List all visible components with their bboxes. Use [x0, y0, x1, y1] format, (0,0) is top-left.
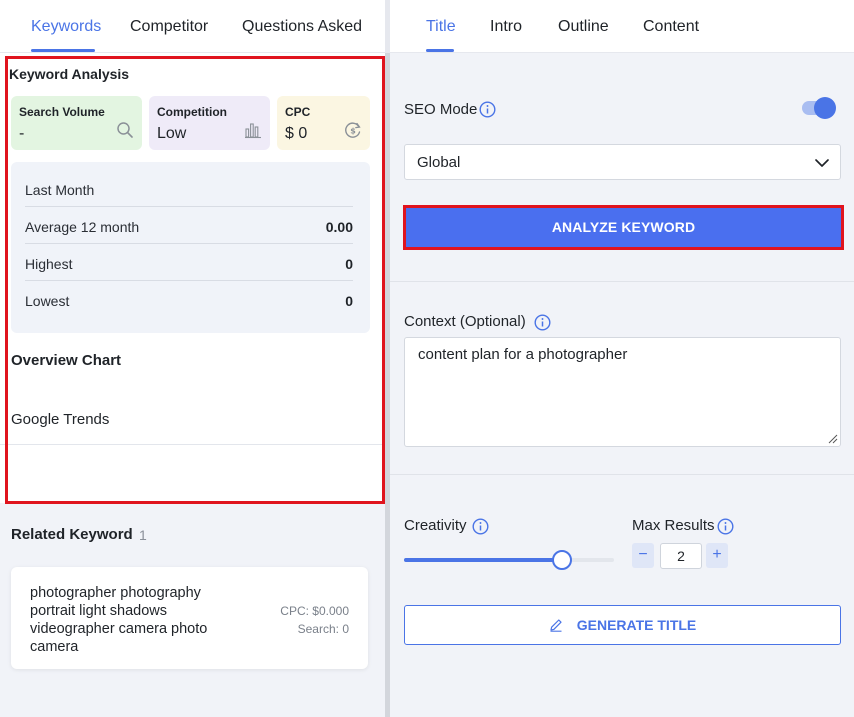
- creativity-slider[interactable]: [404, 549, 614, 571]
- generate-title-label: GENERATE TITLE: [576, 617, 697, 633]
- stat-row-last-month: Last Month: [25, 171, 353, 208]
- metric-search-volume: Search Volume -: [11, 96, 142, 150]
- dollar-cycle-icon: $: [345, 122, 361, 138]
- region-select[interactable]: Global: [404, 144, 841, 180]
- context-value: content plan for a photographer: [418, 346, 628, 363]
- related-keyword-text: photographer photography portrait light …: [30, 585, 208, 655]
- tab-outline[interactable]: Outline: [558, 18, 609, 36]
- related-keyword-count: 1: [139, 527, 147, 543]
- metric-competition: Competition Low: [149, 96, 270, 150]
- related-keyword-cpc: CPC: $0.000: [280, 604, 349, 618]
- stat-label: Lowest: [25, 292, 70, 309]
- generator-panel: Title Intro Outline Content SEO Mode Glo…: [390, 0, 854, 717]
- metric-label: Competition: [157, 105, 227, 119]
- active-tab-indicator: [31, 49, 95, 52]
- stat-row-lowest: Lowest 0: [25, 282, 353, 319]
- stat-value: 0: [345, 255, 353, 272]
- metric-label: Search Volume: [19, 105, 105, 119]
- info-icon[interactable]: [479, 101, 496, 118]
- divider: [25, 280, 353, 281]
- related-keyword-search: Search: 0: [297, 622, 349, 636]
- keyword-panel: Keywords Competitor Questions Asked Keyw…: [0, 0, 385, 717]
- divider: [25, 243, 353, 244]
- stat-label: Last Month: [25, 181, 95, 198]
- divider: [390, 474, 854, 475]
- max-results-label: Max Results: [632, 517, 715, 534]
- stat-row-highest: Highest 0: [25, 245, 353, 282]
- divider: [390, 281, 854, 282]
- metric-label: CPC: [285, 105, 311, 119]
- google-trends-area: [0, 445, 385, 503]
- resize-handle-icon[interactable]: [828, 434, 838, 444]
- keyword-analysis-title: Keyword Analysis: [9, 66, 130, 82]
- overview-chart-title: Overview Chart: [11, 352, 122, 369]
- tab-keywords[interactable]: Keywords: [31, 18, 101, 36]
- analyze-keyword-button[interactable]: ANALYZE KEYWORD: [405, 207, 842, 248]
- related-keyword-item[interactable]: photographer photography portrait light …: [11, 567, 368, 669]
- tab-content[interactable]: Content: [643, 18, 699, 36]
- context-label: Context (Optional): [404, 313, 526, 330]
- google-trends-label: Google Trends: [11, 411, 110, 428]
- generate-title-button[interactable]: GENERATE TITLE: [404, 605, 841, 645]
- seo-mode-label: SEO Mode: [404, 101, 478, 118]
- stat-row-average-12-month: Average 12 month 0.00: [25, 208, 353, 245]
- chevron-down-icon: [815, 159, 829, 167]
- stat-label: Highest: [25, 255, 73, 272]
- max-results-input[interactable]: 2: [660, 543, 702, 569]
- active-tab-indicator: [426, 49, 454, 52]
- tab-competitor[interactable]: Competitor: [130, 18, 208, 36]
- search-icon: [117, 122, 133, 138]
- slider-thumb[interactable]: [552, 550, 572, 570]
- info-icon[interactable]: [717, 518, 734, 535]
- increment-button[interactable]: +: [706, 543, 728, 568]
- toggle-knob: [814, 97, 836, 119]
- info-icon[interactable]: [472, 518, 489, 535]
- tab-intro[interactable]: Intro: [490, 18, 522, 36]
- right-tab-bar: Title Intro Outline Content: [390, 0, 854, 53]
- related-keyword-meta: CPC: $0.000 Search: 0: [280, 602, 349, 638]
- seo-mode-toggle[interactable]: [802, 97, 836, 119]
- metric-cpc: CPC $ 0 $: [277, 96, 370, 150]
- decrement-button[interactable]: −: [632, 543, 654, 568]
- stat-value: 0: [345, 292, 353, 309]
- pencil-icon: [550, 619, 562, 632]
- bar-chart-icon: [245, 123, 261, 139]
- svg-text:$: $: [350, 127, 356, 136]
- slider-fill: [404, 558, 562, 562]
- stat-value: 0.00: [325, 218, 353, 235]
- tab-title[interactable]: Title: [426, 18, 456, 36]
- stat-label: Average 12 month: [25, 218, 140, 235]
- left-tab-bar: Keywords Competitor Questions Asked: [0, 0, 385, 53]
- creativity-label: Creativity: [404, 517, 467, 534]
- search-stats-panel: Last Month Average 12 month 0.00 Highest…: [11, 162, 370, 333]
- context-textarea[interactable]: content plan for a photographer: [404, 337, 841, 447]
- info-icon[interactable]: [534, 314, 551, 331]
- related-keyword-title: Related Keyword: [11, 526, 133, 543]
- region-select-value: Global: [417, 154, 461, 171]
- divider: [25, 206, 353, 207]
- tab-questions-asked[interactable]: Questions Asked: [242, 18, 362, 36]
